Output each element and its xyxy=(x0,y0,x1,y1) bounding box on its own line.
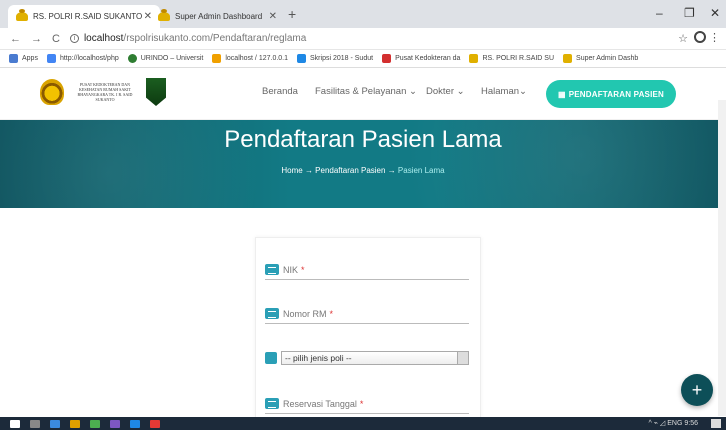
bookmark-urindo[interactable]: URINDO – Universit xyxy=(127,54,204,63)
nik-label: NIK xyxy=(283,264,299,275)
breadcrumb-pendaftaran[interactable]: Pendaftaran Pasien xyxy=(315,166,385,175)
poli-select[interactable]: -- pilih jenis poli -- xyxy=(281,351,469,365)
nik-field[interactable]: NIK * xyxy=(265,260,469,280)
tab-title: Super Admin Dashboard xyxy=(175,12,263,21)
required-mark: * xyxy=(359,398,364,409)
tab-rs-polri[interactable]: RS. POLRI R.SAID SUKANTO ✕ xyxy=(8,5,160,28)
site-favicon-icon xyxy=(563,54,573,63)
search-icon[interactable] xyxy=(30,419,40,428)
back-button[interactable]: ← xyxy=(10,33,21,45)
google-icon xyxy=(46,54,56,63)
phpmyadmin-icon xyxy=(212,54,222,63)
calendar-icon xyxy=(265,398,279,409)
bookmark-pusat-kedokteran[interactable]: Pusat Kedokteran da xyxy=(382,54,460,63)
url-field[interactable]: i localhost /rspolrisukanto.com/Pendafta… xyxy=(69,33,307,44)
more-menu-icon[interactable]: ⋮ xyxy=(709,31,720,44)
bookmark-skripsi[interactable]: Skripsi 2018 - Sudut xyxy=(297,54,373,63)
site-favicon-icon xyxy=(469,54,479,63)
chrome-icon[interactable] xyxy=(90,419,100,428)
bookmarks-bar: Apps http://localhost/php URINDO – Unive… xyxy=(0,50,726,68)
close-tab-icon[interactable]: ✕ xyxy=(269,11,277,22)
id-card-icon xyxy=(265,264,279,275)
bookmark-apps[interactable]: Apps xyxy=(9,54,38,63)
new-tab-button[interactable]: + xyxy=(288,6,296,22)
bookmark-star-icon[interactable]: ☆ xyxy=(678,32,688,45)
tab-title: RS. POLRI R.SAID SUKANTO xyxy=(33,12,143,21)
bookmark-label: Super Admin Dashb xyxy=(576,55,639,62)
address-bar: ← → C i localhost /rspolrisukanto.com/Pe… xyxy=(0,28,726,50)
file-explorer-icon[interactable] xyxy=(70,419,80,428)
page-scrollbar[interactable] xyxy=(718,100,726,416)
urindo-icon xyxy=(127,54,137,63)
user-icon xyxy=(265,352,277,364)
minimize-button[interactable]: – xyxy=(656,6,663,20)
vscode-icon[interactable] xyxy=(110,419,120,428)
windows-start-icon[interactable] xyxy=(10,419,20,428)
close-window-button[interactable]: ✕ xyxy=(710,6,720,20)
task-view-icon[interactable] xyxy=(50,419,60,428)
cta-label: PENDAFTARAN PASIEN xyxy=(568,89,665,99)
profile-icon[interactable] xyxy=(694,31,706,43)
bookmark-super-admin[interactable]: Super Admin Dashb xyxy=(563,54,638,63)
system-tray[interactable]: ^ ⌁ ◿ ENG 9:56 xyxy=(649,419,698,427)
bookmark-label: localhost / 127.0.0.1 xyxy=(225,55,289,62)
url-host: localhost xyxy=(83,33,124,44)
required-mark: * xyxy=(301,264,305,275)
restore-button[interactable]: ❐ xyxy=(684,6,695,20)
bookmark-label: RS. POLRI R.SAID SU xyxy=(482,55,555,62)
reload-button[interactable]: C xyxy=(52,33,60,45)
reservasi-label: Reservasi Tanggal xyxy=(283,398,357,409)
id-card-icon xyxy=(265,308,279,319)
bookmark-label: http://localhost/php xyxy=(59,55,119,62)
app-icon[interactable] xyxy=(130,419,140,428)
registration-form: NIK * Nomor RM * -- pilih jenis poli -- … xyxy=(255,237,481,417)
breadcrumb-home[interactable]: Home xyxy=(281,166,302,175)
apps-grid-icon xyxy=(9,54,18,63)
url-path: /rspolrisukanto.com/Pendaftaran/reglama xyxy=(123,33,307,44)
breadcrumb: Home → Pendaftaran Pasien → Pasien Lama xyxy=(0,166,726,175)
required-mark: * xyxy=(329,308,334,319)
logo-text: PUSAT KEDOKTERAN DAN KESEHATAN RUMAH SAK… xyxy=(77,82,133,102)
bookmark-rs-polri[interactable]: RS. POLRI R.SAID SU xyxy=(469,54,554,63)
calendar-icon: ▦ xyxy=(557,89,566,99)
document-icon xyxy=(297,54,307,63)
notification-icon[interactable] xyxy=(711,419,721,428)
site-header: PUSAT KEDOKTERAN DAN KESEHATAN RUMAH SAK… xyxy=(0,68,726,120)
info-icon[interactable]: i xyxy=(69,34,79,43)
police-emblem-icon xyxy=(40,79,64,105)
bookmark-localhost-php[interactable]: http://localhost/php xyxy=(46,54,119,63)
hospital-shield-icon xyxy=(146,78,166,106)
bookmark-phpmyadmin[interactable]: localhost / 127.0.0.1 xyxy=(212,54,288,63)
breadcrumb-sep: → xyxy=(304,166,313,175)
bookmark-label: Pusat Kedokteran da xyxy=(395,55,461,62)
floating-add-button[interactable]: + xyxy=(681,374,713,406)
bookmark-label: Apps xyxy=(22,55,38,62)
nav-beranda[interactable]: Beranda xyxy=(262,86,298,97)
page-title: Pendaftaran Pasien Lama xyxy=(224,126,502,153)
reservasi-tanggal-field[interactable]: Reservasi Tanggal * xyxy=(265,394,469,414)
forward-button[interactable]: → xyxy=(31,33,42,45)
nomor-rm-field[interactable]: Nomor RM * xyxy=(265,304,469,324)
nomor-rm-label: Nomor RM xyxy=(283,308,327,319)
poli-select-value: -- pilih jenis poli -- xyxy=(285,353,352,363)
bookmark-label: URINDO – Universit xyxy=(140,55,204,62)
nav-halaman[interactable]: Halaman⌄ xyxy=(481,86,527,97)
poli-select-row: -- pilih jenis poli -- xyxy=(265,351,469,365)
tab-super-admin[interactable]: Super Admin Dashboard ✕ xyxy=(150,5,285,28)
page-hero: Pendaftaran Pasien Lama Home → Pendaftar… xyxy=(0,120,726,208)
breadcrumb-current: Pasien Lama xyxy=(397,166,445,175)
dropdown-arrow-icon[interactable] xyxy=(457,352,468,364)
pusat-icon xyxy=(382,54,392,63)
nav-fasilitas-pelayanan[interactable]: Fasilitas & Pelayanan ⌄ xyxy=(315,86,417,97)
windows-taskbar: ^ ⌁ ◿ ENG 9:56 xyxy=(0,417,726,430)
site-logo[interactable]: PUSAT KEDOKTERAN DAN KESEHATAN RUMAH SAK… xyxy=(40,78,166,106)
pendaftaran-pasien-button[interactable]: ▦ PENDAFTARAN PASIEN xyxy=(546,80,676,108)
site-favicon-icon xyxy=(16,9,28,21)
site-favicon-icon xyxy=(158,9,170,21)
nav-dokter[interactable]: Dokter ⌄ xyxy=(426,86,465,97)
breadcrumb-sep: → xyxy=(387,166,396,175)
bookmark-label: Skripsi 2018 - Sudut xyxy=(310,55,374,62)
app-icon[interactable] xyxy=(150,419,160,428)
browser-tab-bar: RS. POLRI R.SAID SUKANTO ✕ Super Admin D… xyxy=(0,0,726,28)
